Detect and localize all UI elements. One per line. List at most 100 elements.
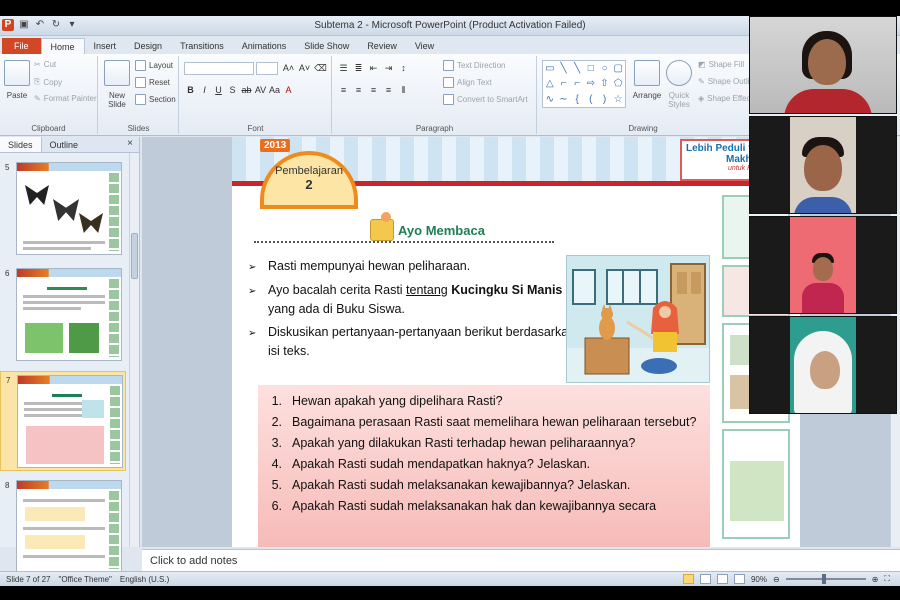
zoom-out-icon[interactable]: ⊖ (773, 575, 780, 584)
video-tile-student-3[interactable] (749, 316, 897, 414)
cut-button[interactable]: ✂ Cut (34, 60, 56, 69)
letterbox-bottom (0, 586, 900, 600)
zoom-slider[interactable] (785, 574, 866, 584)
line-spacing-icon[interactable]: ↕ (397, 62, 410, 75)
shape-effects-button[interactable]: ◈ Shape Effects (698, 94, 757, 103)
grow-font-icon[interactable]: A˄ (282, 62, 295, 75)
font-size-combo[interactable] (256, 62, 278, 75)
current-slide[interactable]: 2013 Pembelajaran 2 Lebih Peduli t Makhl… (232, 137, 800, 547)
slide-thumbnail-8[interactable]: 8 (0, 477, 126, 577)
elbow-shape-icon[interactable]: ⌐ (570, 76, 584, 91)
shapes-gallery[interactable]: ▭ ╲ ╲ □ ○ ▢ △ ⌐ ⌐ ⇨ ⇧ ⬠ ∿ ∼ { ( ) ☆ (542, 60, 626, 108)
connector-shape-icon[interactable]: ⌐ (557, 76, 571, 91)
scissors-icon: ✂ (34, 60, 41, 69)
tab-file[interactable]: File (2, 38, 41, 54)
convert-smartart-button[interactable]: Convert to SmartArt (443, 94, 528, 105)
shrink-font-icon[interactable]: A˅ (298, 62, 311, 75)
decrease-indent-icon[interactable]: ⇤ (367, 62, 380, 75)
paren-shape-icon[interactable]: ( (584, 92, 598, 107)
char-spacing-icon[interactable]: AV (254, 84, 267, 97)
tab-home[interactable]: Home (40, 38, 85, 54)
align-text-button[interactable]: Align Text (443, 77, 492, 88)
scroll-thumb[interactable] (131, 233, 138, 279)
font-color-icon[interactable]: A (282, 84, 295, 97)
video-tile-student-2[interactable] (749, 216, 897, 314)
paren-right-shape-icon[interactable]: ) (598, 92, 612, 107)
pentagon-shape-icon[interactable]: ⬠ (611, 76, 625, 91)
butterfly-image (53, 199, 79, 221)
tab-slide-show[interactable]: Slide Show (295, 38, 358, 54)
arrow-right-shape-icon[interactable]: ⇨ (584, 76, 598, 91)
reset-button[interactable]: Reset (135, 77, 170, 88)
slide-thumbnail-6[interactable]: 6 (0, 265, 126, 365)
close-icon[interactable]: × (127, 138, 133, 149)
new-slide-button[interactable]: New Slide (103, 60, 131, 109)
tab-slides[interactable]: Slides (0, 137, 42, 152)
brace-left-shape-icon[interactable]: { (570, 92, 584, 107)
tab-outline[interactable]: Outline (42, 137, 87, 152)
columns-icon[interactable]: ⫴ (397, 84, 410, 97)
zoom-in-icon[interactable]: ⊕ (872, 575, 879, 584)
layout-button[interactable]: Layout (135, 60, 173, 71)
curve-shape-icon[interactable]: ∿ (543, 92, 557, 107)
text-direction-button[interactable]: Text Direction (443, 60, 505, 71)
align-center-icon[interactable]: ≡ (352, 84, 365, 97)
arrow-bullet-icon: ➢ (248, 262, 257, 273)
fit-to-window-icon[interactable]: ⛶ (884, 574, 890, 584)
reading-book-icon (370, 212, 394, 241)
increase-indent-icon[interactable]: ⇥ (382, 62, 395, 75)
oval-shape-icon[interactable]: ○ (598, 61, 612, 76)
italic-icon[interactable]: I (198, 84, 211, 97)
section-button[interactable]: Section (135, 94, 176, 105)
tab-transitions[interactable]: Transitions (171, 38, 233, 54)
quick-styles-button[interactable]: Quick Styles (664, 60, 694, 109)
rect-shape-icon[interactable]: □ (584, 61, 598, 76)
slides-pane-scrollbar[interactable] (129, 153, 139, 547)
tab-insert[interactable]: Insert (85, 38, 126, 54)
slide-number: 8 (5, 481, 10, 490)
arrow-up-shape-icon[interactable]: ⇧ (598, 76, 612, 91)
reading-view-icon[interactable] (716, 574, 728, 584)
tab-review[interactable]: Review (358, 38, 406, 54)
bold-icon[interactable]: B (184, 84, 197, 97)
slide-thumbnail-5[interactable]: 5 (0, 159, 126, 259)
shape-fill-button[interactable]: ◩ Shape Fill (698, 60, 744, 69)
triangle-shape-icon[interactable]: △ (543, 76, 557, 91)
star-shape-icon[interactable]: ☆ (611, 92, 625, 107)
line-shape-icon[interactable]: ╲ (557, 61, 571, 76)
line2-shape-icon[interactable]: ╲ (570, 61, 584, 76)
tab-design[interactable]: Design (125, 38, 171, 54)
font-name-combo[interactable] (184, 62, 254, 75)
clear-format-icon[interactable]: ⌫ (314, 62, 327, 75)
notes-pane[interactable]: Click to add notes (142, 549, 900, 571)
slideshow-icon[interactable] (733, 574, 745, 584)
bullets-icon[interactable]: ☰ (337, 62, 350, 75)
tab-animations[interactable]: Animations (233, 38, 296, 54)
paste-button[interactable]: Paste (4, 60, 30, 100)
wave-shape-icon[interactable]: ∼ (557, 92, 571, 107)
format-painter-button[interactable]: ✎ Format Painter (34, 94, 97, 103)
theme-name: "Office Theme" (58, 575, 112, 584)
language[interactable]: English (U.S.) (120, 575, 169, 584)
numbering-icon[interactable]: ≣ (352, 62, 365, 75)
change-case-icon[interactable]: Aa (268, 84, 281, 97)
arrange-button[interactable]: Arrange (632, 60, 662, 100)
video-tile-teacher[interactable] (749, 16, 897, 114)
underline-icon[interactable]: U (212, 84, 225, 97)
video-tile-student-1[interactable] (749, 116, 897, 214)
normal-view-icon[interactable] (682, 574, 694, 584)
slide-thumbnail-7[interactable]: 7 (0, 371, 126, 471)
slide-sorter-icon[interactable] (699, 574, 711, 584)
zoom-level[interactable]: 90% (751, 575, 767, 584)
bullet-item: ➢ Rasti mempunyai hewan peliharaan. (248, 257, 578, 277)
shadow-icon[interactable]: S (226, 84, 239, 97)
tab-view[interactable]: View (406, 38, 443, 54)
justify-icon[interactable]: ≡ (382, 84, 395, 97)
slide-number: 6 (5, 269, 10, 278)
strikethrough-icon[interactable]: ab (240, 84, 253, 97)
textbox-shape-icon[interactable]: ▭ (543, 61, 557, 76)
align-left-icon[interactable]: ≡ (337, 84, 350, 97)
copy-button[interactable]: ⎘ Copy (34, 77, 62, 87)
align-right-icon[interactable]: ≡ (367, 84, 380, 97)
rounded-rect-shape-icon[interactable]: ▢ (611, 61, 625, 76)
